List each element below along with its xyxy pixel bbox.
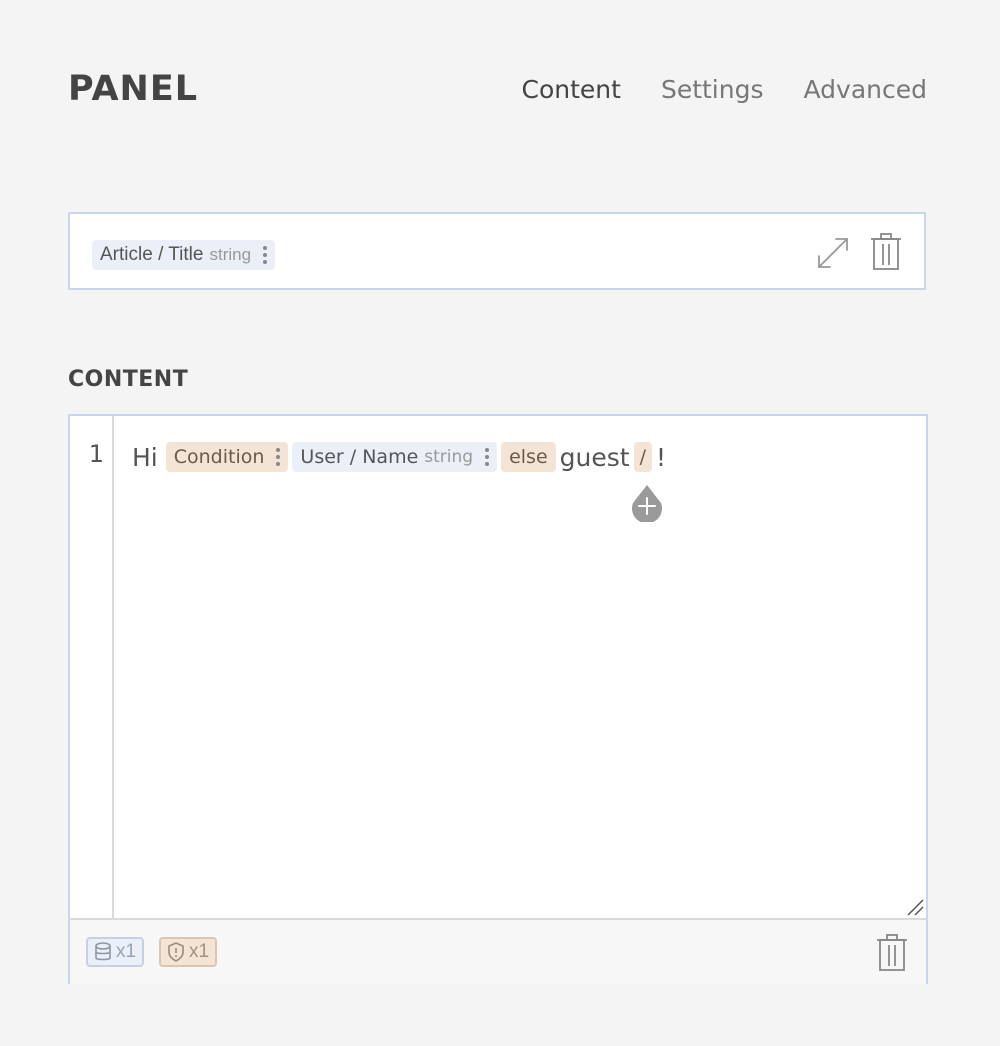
code-line[interactable]: Hi Condition User / Name string else gue… [132,442,666,472]
user-name-type: string [424,447,474,467]
tab-advanced[interactable]: Advanced [804,72,928,108]
condition-chip[interactable]: Condition [165,442,289,472]
panel-tabs: Content Settings Advanced [522,72,927,108]
chip-menu-icon[interactable] [263,246,268,264]
tab-settings[interactable]: Settings [661,72,764,108]
title-variable-type: string [209,245,252,264]
line-gutter: 1 [70,416,114,918]
chip-menu-icon[interactable] [276,448,281,466]
condition-label: Condition [173,446,265,468]
content-editor[interactable]: 1 Hi Condition User / Name string else g… [68,414,928,984]
database-icon [95,942,111,961]
trash-icon[interactable] [870,233,902,271]
title-variable-chip[interactable]: Article / Title string [92,240,276,270]
expand-icon[interactable] [816,236,850,270]
text-exclamation: ! [655,442,666,472]
user-name-label: User / Name [300,446,419,468]
line-number: 1 [88,440,104,468]
data-source-badge[interactable]: x1 [86,937,145,967]
title-field[interactable]: Article / Title string [68,212,926,290]
condition-count: x1 [189,941,210,962]
text-hi: Hi [132,442,158,472]
content-section-label: CONTENT [68,367,189,392]
end-condition-chip[interactable]: / [633,442,652,472]
title-variable-label: Article / Title [100,244,204,265]
shield-icon [168,942,184,962]
code-area[interactable]: Hi Condition User / Name string else gue… [114,416,926,918]
text-guest: guest [559,442,630,472]
panel-title: PANEL [68,69,199,109]
else-chip[interactable]: else [501,442,556,472]
tab-content[interactable]: Content [522,72,621,108]
editor-footer: x1 x1 [70,918,926,984]
data-source-count: x1 [116,941,137,962]
trash-icon[interactable] [876,934,908,972]
resize-grip-icon[interactable] [906,898,924,916]
chip-menu-icon[interactable] [485,448,490,466]
user-name-variable-chip[interactable]: User / Name string [292,442,498,472]
condition-badge[interactable]: x1 [159,937,218,967]
page: PANEL Content Settings Advanced Article … [0,0,1000,1046]
add-insert-icon[interactable] [630,484,664,522]
